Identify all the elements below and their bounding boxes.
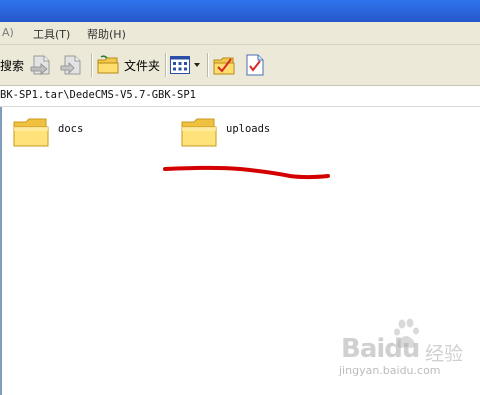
copy-to-icon [60, 55, 81, 75]
toolbar-separator [165, 53, 167, 77]
favorite-folder-button[interactable] [212, 51, 236, 79]
title-bar[interactable] [0, 0, 480, 22]
move-to-icon [30, 55, 50, 75]
folder-name: uploads [226, 123, 271, 135]
copy-to-button[interactable] [58, 51, 84, 79]
toolbar-separator [207, 53, 209, 77]
views-button[interactable] [169, 51, 201, 79]
folder-icon [13, 118, 49, 147]
search-button[interactable]: 搜索 [0, 51, 24, 79]
watermark-brand: Baidu [341, 334, 420, 364]
explorer-window: A) 工具(T) 帮助(H) 搜索 文件夹 BK-SP1.tar\DedeCMS… [0, 0, 480, 395]
menu-help[interactable]: 帮助(H) [87, 26, 126, 42]
list-item[interactable]: docs [12, 116, 83, 150]
address-bar[interactable]: BK-SP1.tar\DedeCMS-V5.7-GBK-SP1 [0, 86, 480, 107]
folder-check-icon [213, 57, 235, 75]
folder-icon [181, 118, 217, 147]
folders-label: 文件夹 [124, 58, 161, 73]
menu-tools[interactable]: 工具(T) [33, 26, 70, 42]
folder-icon [97, 55, 119, 74]
toolbar: 搜索 文件夹 [0, 45, 480, 86]
views-icon [170, 56, 190, 74]
folder-name: docs [58, 123, 84, 135]
red-underline-annotation [163, 165, 330, 180]
folders-button[interactable]: 文件夹 [96, 51, 160, 79]
toolbar-separator [91, 53, 93, 77]
address-path: BK-SP1.tar\DedeCMS-V5.7-GBK-SP1 [0, 89, 196, 101]
menu-bar: A) 工具(T) 帮助(H) [0, 22, 480, 45]
chevron-down-icon[interactable] [193, 61, 201, 69]
watermark-url: jingyan.baidu.com [339, 364, 441, 377]
document-check-icon [246, 54, 264, 76]
menu-edit[interactable]: A) [2, 26, 14, 39]
move-to-button[interactable] [28, 51, 54, 79]
checklist-button[interactable] [244, 51, 266, 79]
watermark-cn: 经验 [425, 343, 464, 365]
list-item[interactable]: uploads [180, 116, 270, 150]
search-label: 搜索 [0, 58, 25, 73]
